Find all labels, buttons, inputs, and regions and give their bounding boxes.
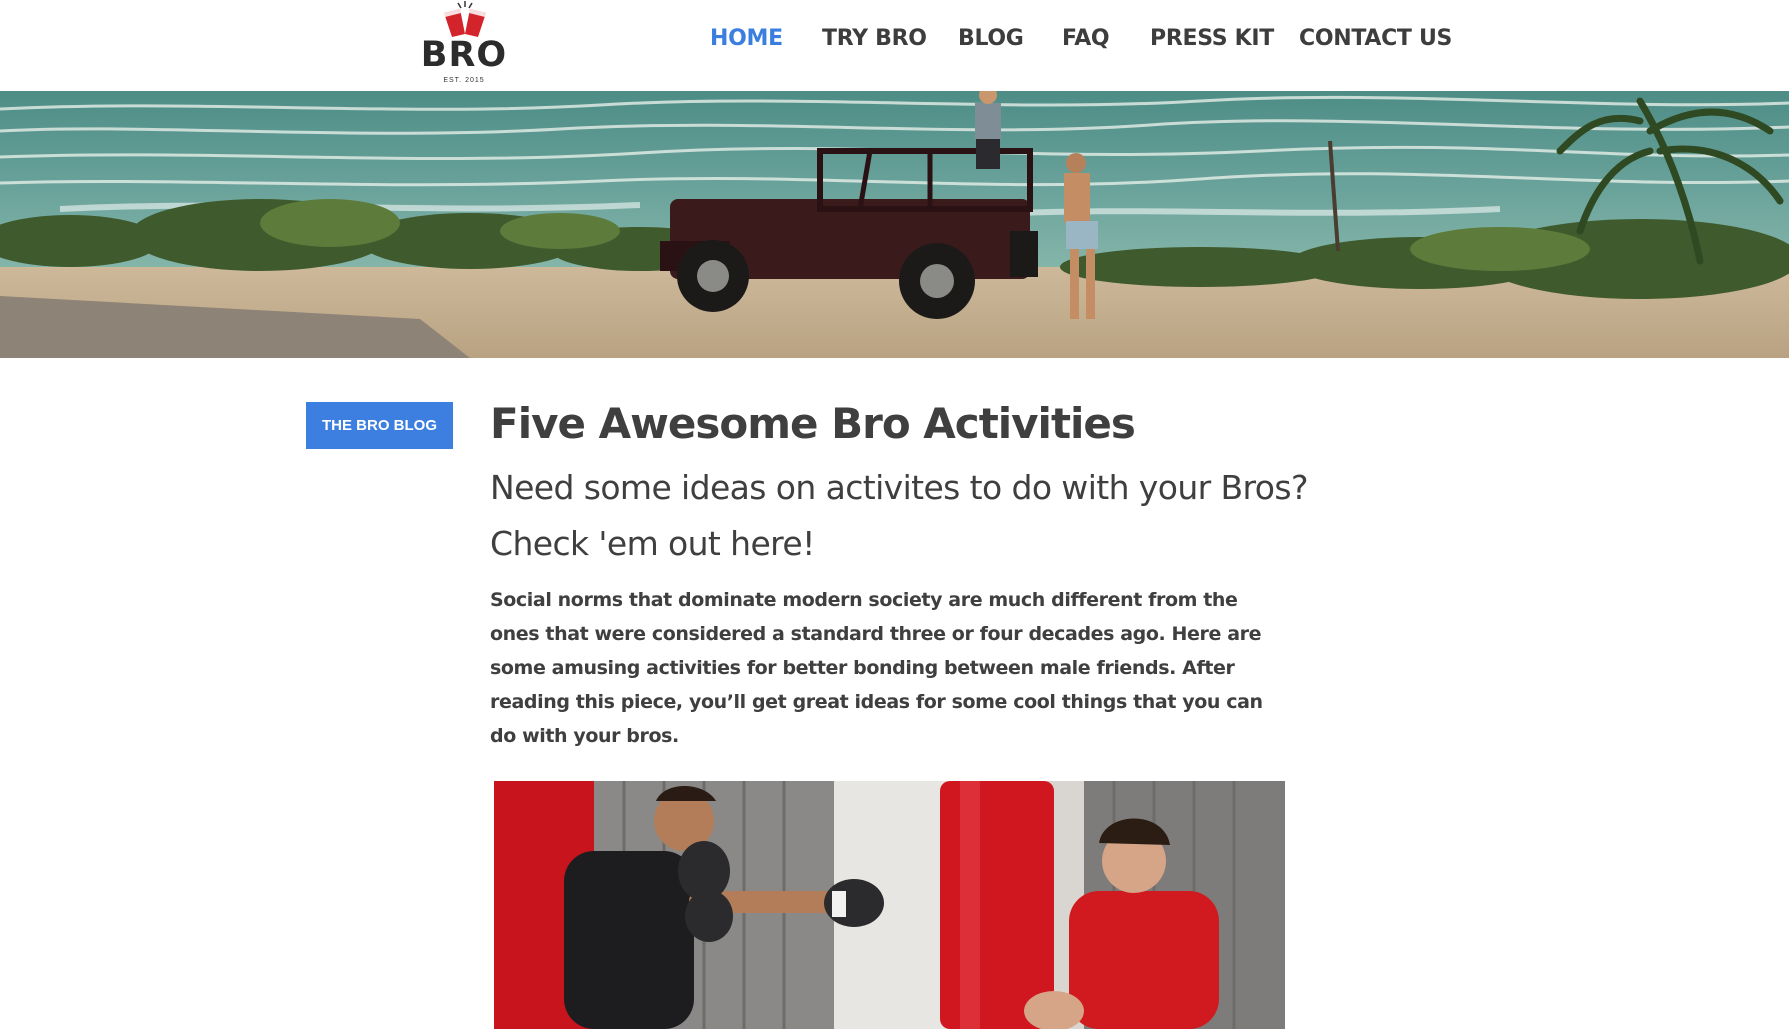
brand-name: BRO: [420, 35, 508, 75]
post-subtitle: Need some ideas on activites to do with …: [490, 468, 1308, 563]
post-intro: Social norms that dominate modern societ…: [490, 589, 1263, 747]
nav-faq[interactable]: FAQ: [1062, 26, 1110, 51]
nav-press-kit[interactable]: PRESS KIT: [1150, 26, 1274, 51]
nav-try-bro[interactable]: TRY BRO: [822, 26, 927, 51]
nav-home[interactable]: HOME: [710, 26, 783, 51]
nav-blog[interactable]: BLOG: [958, 26, 1024, 51]
hero-banner-image: [0, 91, 1789, 358]
cups-logo-icon: [444, 1, 486, 37]
boxing-training-illustration: [494, 781, 1285, 1029]
brand-tagline: EST. 2015: [443, 77, 485, 84]
post-boxing-image: [494, 781, 1285, 1029]
the-bro-blog-button[interactable]: THE BRO BLOG: [306, 402, 453, 449]
brand-logo[interactable]: BRO EST. 2015: [418, 0, 510, 88]
beach-jeep-illustration: [0, 91, 1789, 358]
nav-contact-us[interactable]: CONTACT US: [1299, 26, 1452, 51]
site-header: BRO EST. 2015 HOME TRY BRO BLOG FAQ PRES…: [0, 0, 1789, 91]
post-title: Five Awesome Bro Activities: [490, 399, 1136, 448]
